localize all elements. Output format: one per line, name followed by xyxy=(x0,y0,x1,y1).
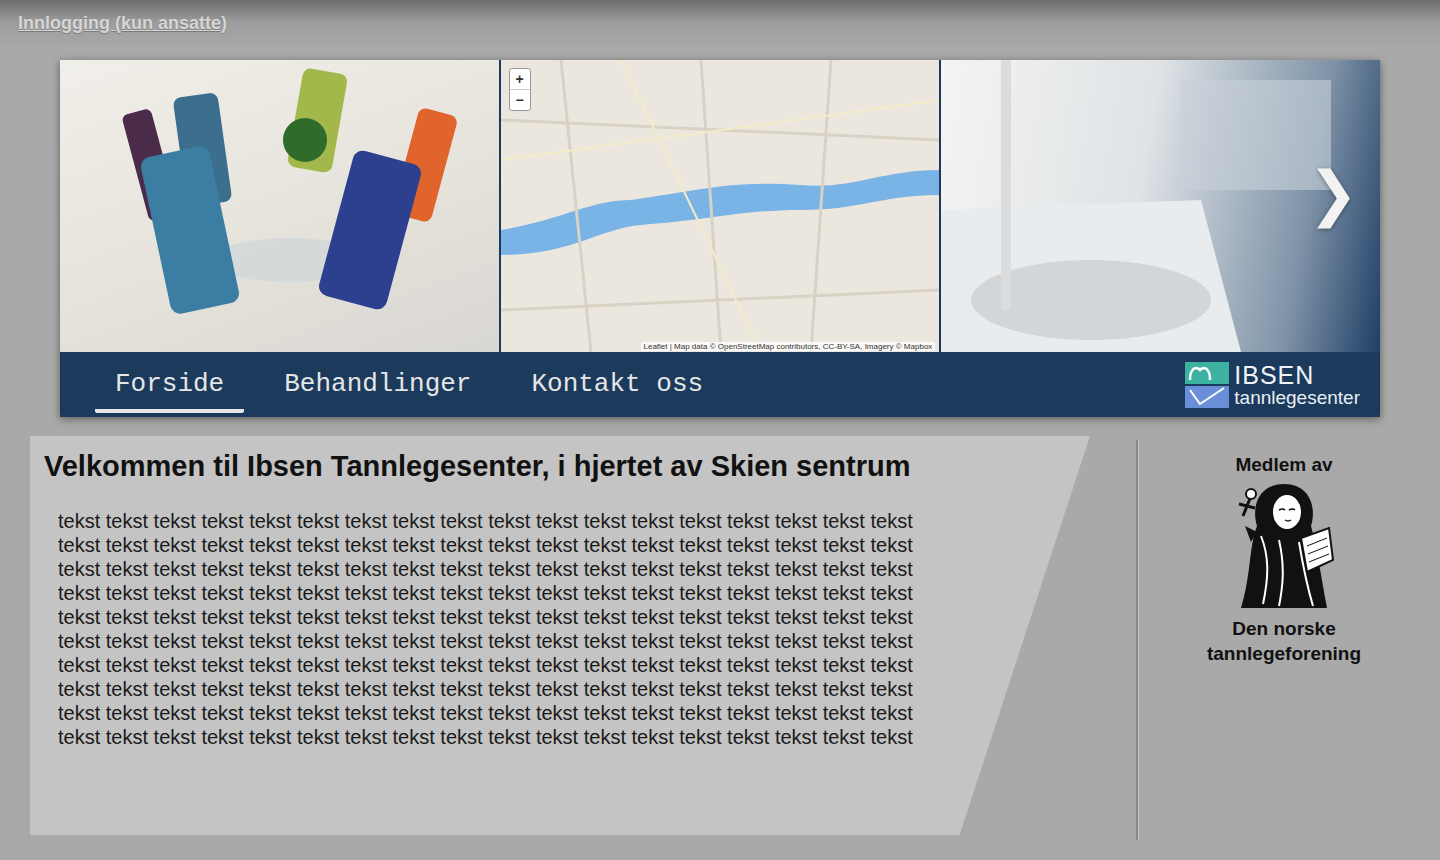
text-line: tekst tekst tekst tekst tekst tekst teks… xyxy=(58,677,1090,701)
text-line: tekst tekst tekst tekst tekst tekst teks… xyxy=(58,653,1090,677)
text-line: tekst tekst tekst tekst tekst tekst teks… xyxy=(58,509,1090,533)
map-attribution: Leaflet | Map data © OpenStreetMap contr… xyxy=(641,342,936,351)
text-line: tekst tekst tekst tekst tekst tekst teks… xyxy=(58,629,1090,653)
map-river-icon xyxy=(501,60,940,352)
tooth-logo-icon xyxy=(1184,360,1230,410)
content-area: Velkommen til Ibsen Tannlegesenter, i hj… xyxy=(0,436,1440,840)
membership-label: Medlem av xyxy=(1235,454,1332,476)
map[interactable]: +− Leaflet | Map data © OpenStreetMap con… xyxy=(499,60,940,352)
welcome-text: tekst tekst tekst tekst tekst tekst teks… xyxy=(44,509,1090,749)
zoom-out-button[interactable]: − xyxy=(510,89,530,110)
login-link[interactable]: Innlogging (kun ansatte) xyxy=(18,13,227,33)
chairs-picture-icon xyxy=(60,60,499,352)
saint-apollonia-emblem-icon xyxy=(1229,476,1339,616)
zoom-control: +− xyxy=(509,68,531,111)
text-line: tekst tekst tekst tekst tekst tekst teks… xyxy=(58,533,1090,557)
welcome-heading: Velkommen til Ibsen Tannlegesenter, i hj… xyxy=(44,450,1090,483)
main-navigation: Forside Behandlinger Kontakt oss IBSENtannl… xyxy=(60,352,1380,417)
banner: +− Leaflet | Map data © OpenStreetMap con… xyxy=(60,60,1380,417)
text-line: tekst tekst tekst tekst tekst tekst teks… xyxy=(58,557,1090,581)
membership-sidebar: Medlem av Den norske tannlegeforening xyxy=(1139,436,1429,840)
logo-subtitle: tannlegesenter xyxy=(1234,388,1360,407)
text-line: tekst tekst tekst tekst tekst tekst teks… xyxy=(58,581,1090,605)
welcome-panel: Velkommen til Ibsen Tannlegesenter, i hj… xyxy=(30,436,1090,835)
zoom-in-button[interactable]: + xyxy=(510,69,530,89)
nav-item[interactable]: Forside xyxy=(95,363,244,413)
column-divider xyxy=(1136,440,1139,840)
text-line: tekst tekst tekst tekst tekst tekst teks… xyxy=(58,725,1090,749)
logo[interactable]: IBSENtannlegesenter xyxy=(1184,360,1360,410)
text-line: tekst tekst tekst tekst tekst tekst teks… xyxy=(58,701,1090,725)
nav-item[interactable]: Kontakt oss xyxy=(511,363,723,413)
logo-text: IBSENtannlegesenter xyxy=(1234,363,1360,407)
text-line: tekst tekst tekst tekst tekst tekst teks… xyxy=(58,605,1090,629)
waiting-room-photo xyxy=(60,60,499,352)
logo-name: IBSEN xyxy=(1234,363,1360,388)
nav-item[interactable]: Behandlinger xyxy=(264,363,491,413)
next-arrow[interactable]: ❯ xyxy=(1308,164,1358,224)
organization-name: Den norske tannlegeforening xyxy=(1194,616,1374,666)
top-bar: Innlogging (kun ansatte) xyxy=(0,0,1440,60)
image-carousel: +− Leaflet | Map data © OpenStreetMap con… xyxy=(60,60,1380,352)
